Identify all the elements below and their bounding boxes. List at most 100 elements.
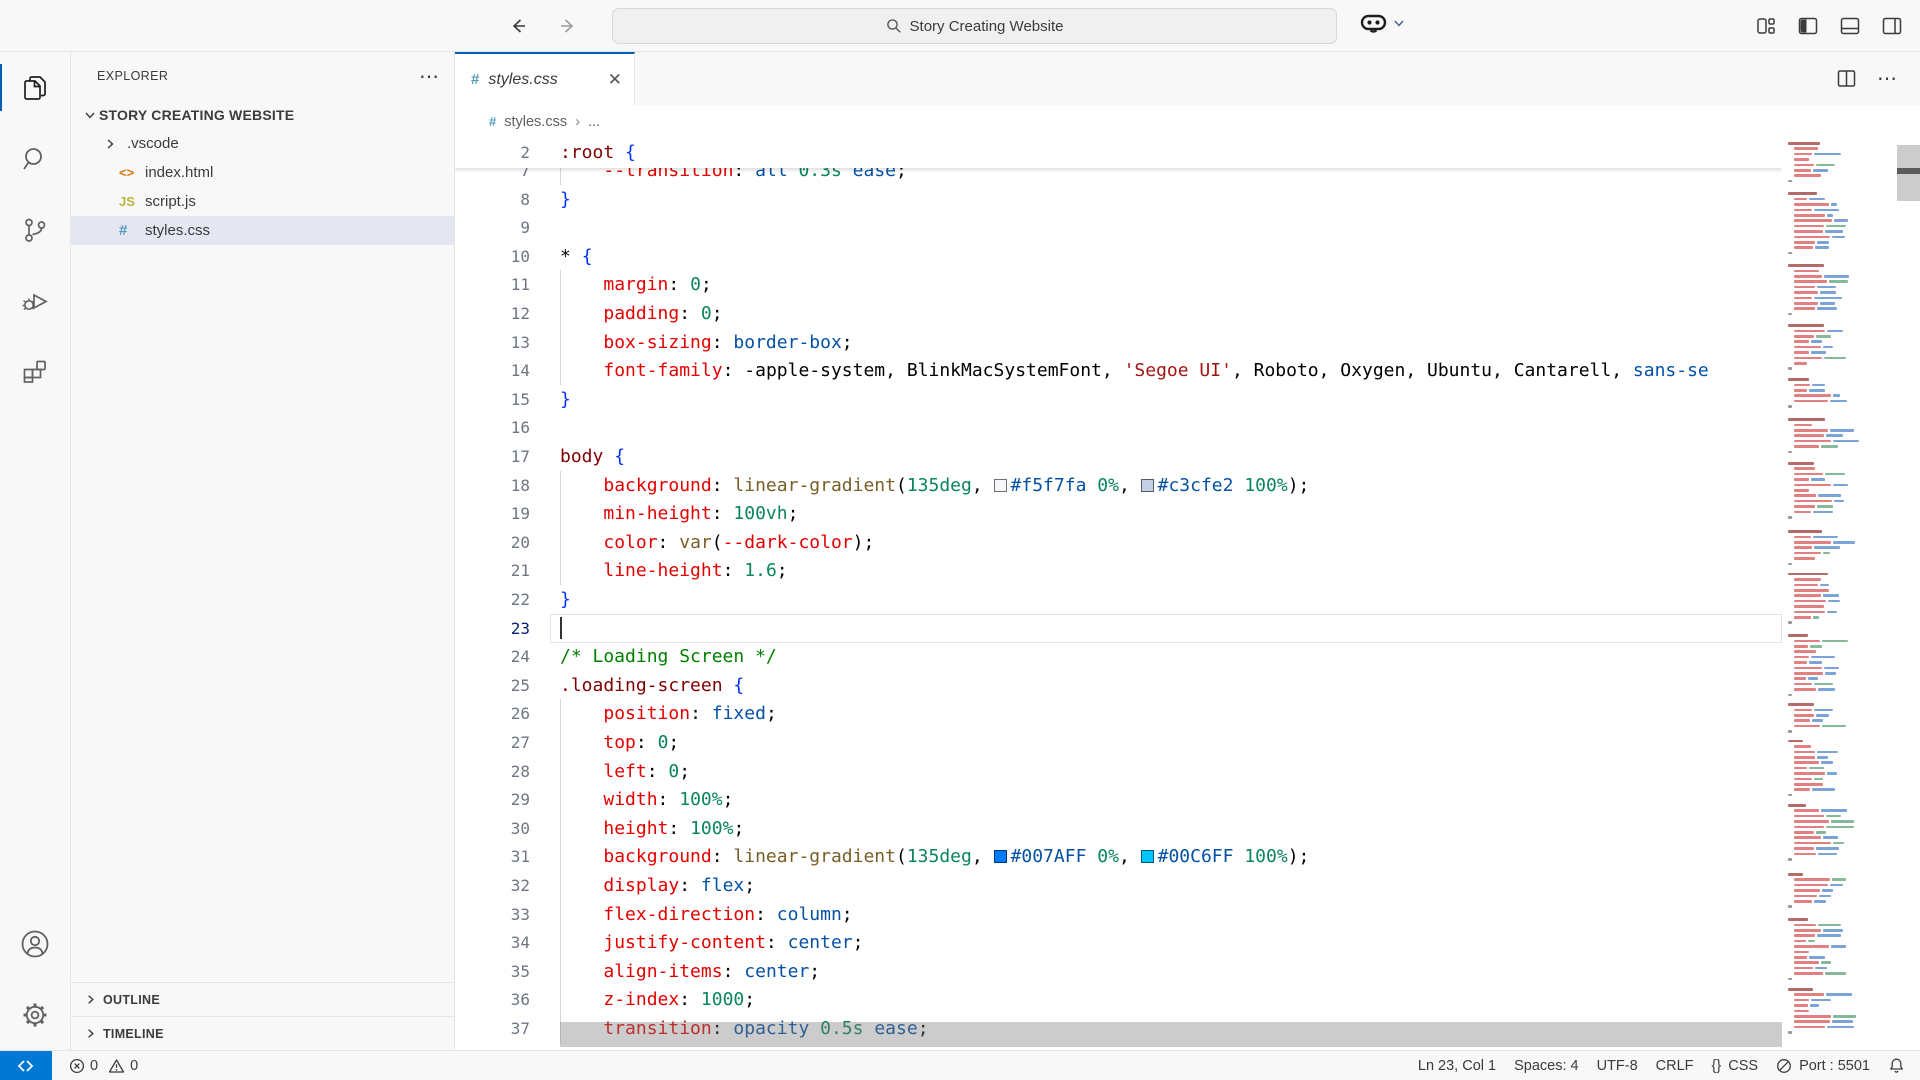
line-number[interactable]: 35 [455, 957, 530, 986]
line-number[interactable]: 17 [455, 442, 530, 471]
line-number[interactable]: 10 [455, 242, 530, 271]
problems-status[interactable]: 0 0 [60, 1051, 147, 1080]
code-line-12[interactable]: 12 padding: 0; [455, 299, 1782, 328]
line-number[interactable]: 22 [455, 585, 530, 614]
line-number[interactable]: 26 [455, 699, 530, 728]
line-number[interactable]: 36 [455, 985, 530, 1014]
code-line-29[interactable]: 29 width: 100%; [455, 785, 1782, 814]
code-line-13[interactable]: 13 box-sizing: border-box; [455, 328, 1782, 357]
explorer-more-actions-icon[interactable]: ⋯ [419, 64, 440, 89]
explorer-view-icon[interactable] [0, 52, 71, 123]
code-line-35[interactable]: 35 align-items: center; [455, 957, 1782, 986]
breadcrumb[interactable]: # styles.css › ... [455, 105, 1920, 138]
color-swatch[interactable] [994, 850, 1007, 863]
back-button[interactable] [505, 13, 531, 39]
line-number[interactable]: 18 [455, 471, 530, 500]
code-line-16[interactable]: 16 [455, 413, 1782, 442]
code-line-27[interactable]: 27 top: 0; [455, 728, 1782, 757]
code-line-36[interactable]: 36 z-index: 1000; [455, 985, 1782, 1014]
live-server-port-status[interactable]: Port : 5501 [1767, 1058, 1879, 1074]
line-number[interactable]: 19 [455, 499, 530, 528]
copilot-dropdown-chevron-icon[interactable] [1393, 17, 1405, 29]
forward-button[interactable] [555, 13, 581, 39]
extensions-view-icon[interactable] [0, 336, 71, 407]
color-swatch[interactable] [1141, 479, 1154, 492]
accounts-icon[interactable] [0, 908, 71, 979]
toggle-primary-sidebar-icon[interactable] [1796, 14, 1820, 38]
settings-gear-icon[interactable] [0, 979, 71, 1050]
code-line-15[interactable]: 15} [455, 385, 1782, 414]
code-line-34[interactable]: 34 justify-content: center; [455, 928, 1782, 957]
line-number[interactable]: 34 [455, 928, 530, 957]
line-number[interactable]: 30 [455, 814, 530, 843]
code-line-26[interactable]: 26 position: fixed; [455, 699, 1782, 728]
cursor-position-status[interactable]: Ln 23, Col 1 [1409, 1058, 1505, 1074]
line-number[interactable]: 32 [455, 871, 530, 900]
outline-section[interactable]: OUTLINE [71, 982, 454, 1016]
toggle-secondary-sidebar-icon[interactable] [1880, 14, 1904, 38]
remote-indicator[interactable] [0, 1051, 52, 1080]
code-line-9[interactable]: 9 [455, 213, 1782, 242]
code-line-30[interactable]: 30 height: 100%; [455, 814, 1782, 843]
close-tab-icon[interactable]: ✕ [608, 71, 622, 88]
eol-status[interactable]: CRLF [1647, 1058, 1703, 1074]
horizontal-scrollbar[interactable] [560, 1022, 1782, 1047]
command-center-search[interactable]: Story Creating Website [612, 8, 1337, 44]
line-number[interactable]: 12 [455, 299, 530, 328]
line-number[interactable]: 21 [455, 556, 530, 585]
line-number[interactable]: 33 [455, 900, 530, 929]
encoding-status[interactable]: UTF-8 [1588, 1058, 1647, 1074]
split-editor-icon[interactable] [1836, 68, 1857, 89]
code-line-17[interactable]: 17body { [455, 442, 1782, 471]
code-line-11[interactable]: 11 margin: 0; [455, 270, 1782, 299]
code-line-33[interactable]: 33 flex-direction: column; [455, 900, 1782, 929]
line-number[interactable]: 13 [455, 328, 530, 357]
color-swatch[interactable] [1141, 850, 1154, 863]
copilot-icon[interactable] [1360, 11, 1387, 35]
line-number[interactable]: 27 [455, 728, 530, 757]
run-debug-view-icon[interactable] [0, 265, 71, 336]
tree-item-index-html[interactable]: <> index.html [71, 158, 454, 187]
code-line-21[interactable]: 21 line-height: 1.6; [455, 556, 1782, 585]
notifications-bell-icon[interactable] [1879, 1057, 1914, 1074]
code-line-32[interactable]: 32 display: flex; [455, 871, 1782, 900]
minimap[interactable] [1782, 138, 1897, 1050]
source-control-view-icon[interactable] [0, 194, 71, 265]
editor-more-actions-icon[interactable]: ⋯ [1877, 66, 1898, 91]
sticky-scroll-line[interactable]: 2 :root { [455, 138, 1782, 168]
code-line-19[interactable]: 19 min-height: 100vh; [455, 499, 1782, 528]
code-line-10[interactable]: 10* { [455, 242, 1782, 271]
line-number[interactable]: 24 [455, 642, 530, 671]
line-number[interactable]: 15 [455, 385, 530, 414]
line-number[interactable]: 14 [455, 356, 530, 385]
code-line-31[interactable]: 31 background: linear-gradient(135deg, #… [455, 842, 1782, 871]
language-mode-status[interactable]: {} CSS [1703, 1058, 1768, 1074]
tree-item-vscode-folder[interactable]: .vscode [71, 129, 454, 158]
vertical-scrollbar[interactable] [1897, 138, 1920, 1050]
line-number[interactable]: 23 [455, 614, 530, 643]
toggle-panel-icon[interactable] [1838, 14, 1862, 38]
code-line-14[interactable]: 14 font-family: -apple-system, BlinkMacS… [455, 356, 1782, 385]
workspace-folder-row[interactable]: STORY CREATING WEBSITE [71, 100, 454, 129]
tab-styles-css[interactable]: # styles.css ✕ [455, 52, 635, 105]
code-line-25[interactable]: 25.loading-screen { [455, 671, 1782, 700]
tree-item-styles-css[interactable]: # styles.css [71, 216, 454, 245]
line-number[interactable]: 9 [455, 213, 530, 242]
timeline-section[interactable]: TIMELINE [71, 1016, 454, 1050]
code-line-22[interactable]: 22} [455, 585, 1782, 614]
code-line-20[interactable]: 20 color: var(--dark-color); [455, 528, 1782, 557]
line-number[interactable]: 20 [455, 528, 530, 557]
line-number[interactable]: 16 [455, 413, 530, 442]
line-number[interactable]: 11 [455, 270, 530, 299]
customize-layout-icon[interactable] [1754, 14, 1778, 38]
code-editor[interactable]: 7 --transition: all 0.3s ease;8}910* {11… [455, 138, 1920, 1050]
line-number[interactable]: 28 [455, 757, 530, 786]
line-number[interactable]: 8 [455, 185, 530, 214]
line-number[interactable]: 29 [455, 785, 530, 814]
line-number[interactable]: 37 [455, 1014, 530, 1043]
code-line-23[interactable]: 23 [455, 614, 1782, 643]
code-line-28[interactable]: 28 left: 0; [455, 757, 1782, 786]
tree-item-script-js[interactable]: JS script.js [71, 187, 454, 216]
code-line-18[interactable]: 18 background: linear-gradient(135deg, #… [455, 471, 1782, 500]
code-line-8[interactable]: 8} [455, 185, 1782, 214]
